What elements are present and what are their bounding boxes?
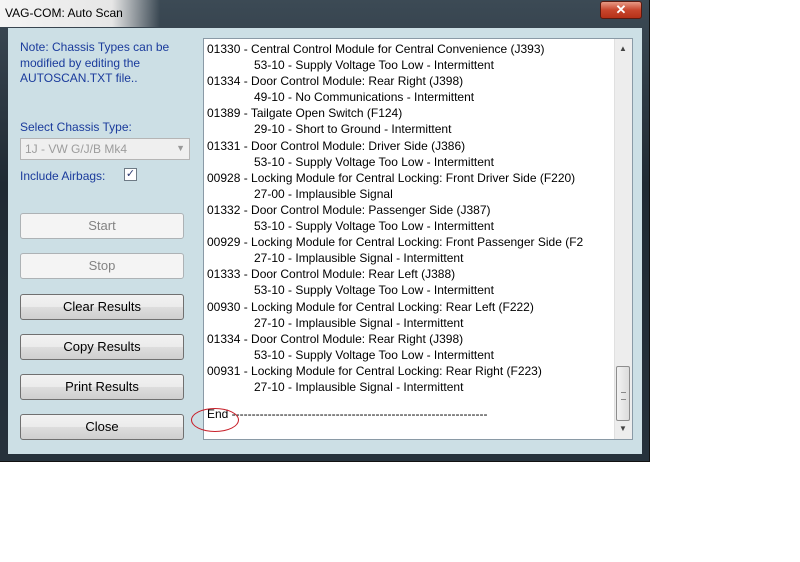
module-line: 01389 - Tailgate Open Switch (F124)	[207, 106, 403, 121]
copy-results-button[interactable]: Copy Results	[20, 334, 184, 360]
module-line: 00929 - Locking Module for Central Locki…	[207, 235, 584, 250]
module-line: 00931 - Locking Module for Central Locki…	[207, 363, 542, 378]
module-line: 01331 - Door Control Module: Driver Side…	[207, 138, 466, 153]
close-button[interactable]: Close	[20, 414, 184, 440]
module-line: 01334 - Door Control Module: Rear Right …	[207, 74, 464, 89]
module-line: 01333 - Door Control Module: Rear Left (…	[207, 267, 456, 282]
fault-detail-line: 27-10 - Implausible Signal - Intermitten…	[254, 379, 464, 394]
title-bar[interactable]: VAG-COM: Auto Scan ✕	[0, 0, 650, 27]
scrollbar-thumb[interactable]	[616, 366, 630, 421]
include-airbags-label: Include Airbags:	[20, 169, 106, 183]
chassis-note: Note: Chassis Types can be modified by e…	[20, 40, 170, 85]
window-title: VAG-COM: Auto Scan	[5, 6, 123, 20]
clear-results-button[interactable]: Clear Results	[20, 294, 184, 320]
include-airbags-checkbox[interactable]: ✓	[124, 168, 137, 181]
fault-detail-line: 53-10 - Supply Voltage Too Low - Intermi…	[254, 58, 494, 73]
end-annotation-circle	[191, 408, 239, 432]
chassis-type-label: Select Chassis Type:	[20, 120, 132, 134]
fault-detail-line: 49-10 - No Communications - Intermittent	[254, 90, 475, 105]
print-results-button[interactable]: Print Results	[20, 374, 184, 400]
autoscan-window: VAG-COM: Auto Scan ✕ Note: Chassis Types…	[0, 0, 650, 462]
fault-detail-line: 27-00 - Implausible Signal	[254, 186, 393, 201]
checkmark-icon: ✓	[125, 168, 136, 180]
results-scrollbar[interactable]: ▲ ▼	[614, 39, 632, 439]
stop-button[interactable]: Stop	[20, 253, 184, 279]
grip-icon	[621, 392, 626, 400]
start-button[interactable]: Start	[20, 213, 184, 239]
results-textbox[interactable]: 01330 - Central Control Module for Centr…	[203, 38, 633, 440]
fault-detail-line: 53-10 - Supply Voltage Too Low - Intermi…	[254, 347, 494, 362]
scroll-down-arrow-icon[interactable]: ▼	[619, 424, 627, 433]
chassis-type-select[interactable]: 1J - VW G/J/B Mk4 ▼	[20, 138, 190, 160]
results-list: 01330 - Central Control Module for Centr…	[207, 41, 617, 395]
fault-detail-line: 29-10 - Short to Ground - Intermittent	[254, 122, 452, 137]
scroll-up-arrow-icon[interactable]: ▲	[619, 44, 627, 53]
results-end-line: End ------------------------------------…	[207, 407, 488, 421]
fault-detail-line: 53-10 - Supply Voltage Too Low - Intermi…	[254, 283, 494, 298]
client-area: Note: Chassis Types can be modified by e…	[8, 28, 642, 454]
fault-detail-line: 53-10 - Supply Voltage Too Low - Intermi…	[254, 219, 494, 234]
module-line: 01334 - Door Control Module: Rear Right …	[207, 331, 464, 346]
close-icon: ✕	[615, 2, 627, 17]
fault-detail-line: 27-10 - Implausible Signal - Intermitten…	[254, 315, 464, 330]
window-close-button[interactable]: ✕	[600, 1, 642, 19]
chevron-down-icon: ▼	[176, 143, 185, 153]
module-line: 01330 - Central Control Module for Centr…	[207, 42, 545, 56]
module-line: 00930 - Locking Module for Central Locki…	[207, 299, 534, 314]
fault-detail-line: 53-10 - Supply Voltage Too Low - Intermi…	[254, 154, 494, 169]
fault-detail-line: 27-10 - Implausible Signal - Intermitten…	[254, 251, 464, 266]
module-line: 00928 - Locking Module for Central Locki…	[207, 170, 576, 185]
chassis-type-value: 1J - VW G/J/B Mk4	[25, 142, 128, 156]
module-line: 01332 - Door Control Module: Passenger S…	[207, 202, 491, 217]
